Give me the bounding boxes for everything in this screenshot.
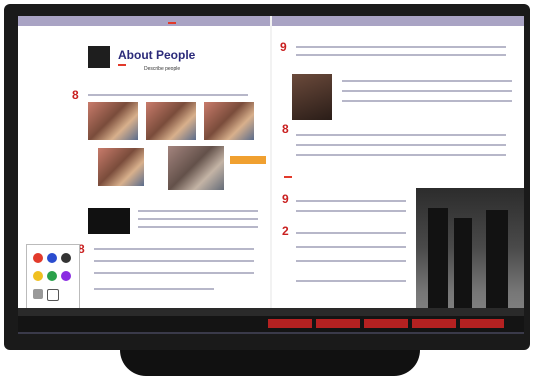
exercise-number: 2 bbox=[282, 224, 289, 238]
highlight-bar bbox=[230, 156, 266, 164]
text-line bbox=[94, 248, 254, 250]
monitor-stand bbox=[120, 350, 420, 376]
unit-tag bbox=[168, 22, 176, 24]
text-line bbox=[296, 46, 506, 48]
text-line bbox=[296, 154, 506, 156]
monitor-frame: About People Describe people 8 8 9 8 9 2 bbox=[4, 4, 530, 350]
section-subtitle: Describe people bbox=[144, 66, 181, 72]
purple-pen-icon[interactable] bbox=[61, 271, 71, 281]
section-title: About People bbox=[118, 48, 196, 62]
text-line bbox=[88, 94, 248, 96]
screen: About People Describe people 8 8 9 8 9 2 bbox=[18, 16, 524, 334]
exercise-number: 9 bbox=[282, 192, 289, 206]
text-line bbox=[296, 144, 506, 146]
text-line bbox=[342, 100, 512, 102]
photo-2[interactable] bbox=[146, 102, 196, 140]
text-line bbox=[342, 80, 512, 82]
red-pen-icon[interactable] bbox=[33, 253, 43, 263]
photo-5[interactable] bbox=[168, 146, 224, 190]
text-line bbox=[296, 134, 506, 136]
black-pen-icon[interactable] bbox=[61, 253, 71, 263]
right-page-header-band bbox=[272, 16, 524, 26]
taskbar-button[interactable] bbox=[316, 319, 360, 328]
exercise-number: 8 bbox=[72, 88, 79, 102]
shape-icon[interactable] bbox=[47, 289, 59, 301]
highlighter-icon[interactable] bbox=[33, 271, 43, 281]
text-line bbox=[138, 218, 258, 220]
text-line bbox=[138, 226, 258, 228]
person-figure bbox=[428, 208, 448, 318]
text-line bbox=[138, 210, 258, 212]
taskbar-button[interactable] bbox=[364, 319, 408, 328]
text-line bbox=[296, 210, 406, 212]
unit-icon bbox=[88, 46, 110, 68]
taskbar-button[interactable] bbox=[460, 319, 504, 328]
page-nav-strip[interactable] bbox=[18, 308, 524, 316]
audio-panel[interactable] bbox=[88, 208, 130, 234]
lesson-tag bbox=[118, 64, 126, 66]
text-line bbox=[342, 90, 512, 92]
taskbar-button[interactable] bbox=[268, 319, 312, 328]
exercise-number: 8 bbox=[282, 122, 289, 136]
text-line bbox=[296, 54, 506, 56]
text-line bbox=[296, 246, 406, 248]
text-line bbox=[296, 280, 406, 282]
text-line bbox=[296, 260, 406, 262]
thumbnail-toolbar[interactable] bbox=[18, 332, 524, 334]
eraser-icon[interactable] bbox=[33, 289, 43, 299]
text-line bbox=[296, 232, 406, 234]
photo-3[interactable] bbox=[204, 102, 254, 140]
annotation-tools-panel[interactable] bbox=[26, 244, 80, 316]
blue-pen-icon[interactable] bbox=[47, 253, 57, 263]
person-figure bbox=[486, 210, 508, 322]
text-line bbox=[94, 288, 214, 290]
green-pen-icon[interactable] bbox=[47, 271, 57, 281]
text-line bbox=[296, 200, 406, 202]
taskbar-button[interactable] bbox=[412, 319, 456, 328]
text-line bbox=[94, 260, 254, 262]
photo-1[interactable] bbox=[88, 102, 138, 140]
person-figure bbox=[454, 218, 472, 318]
photo-4[interactable] bbox=[98, 148, 144, 186]
left-page-header-band bbox=[18, 16, 270, 26]
lesson-tag bbox=[284, 176, 292, 178]
exercise-number: 9 bbox=[280, 40, 287, 54]
text-line bbox=[94, 272, 254, 274]
portrait-photo[interactable] bbox=[292, 74, 332, 120]
